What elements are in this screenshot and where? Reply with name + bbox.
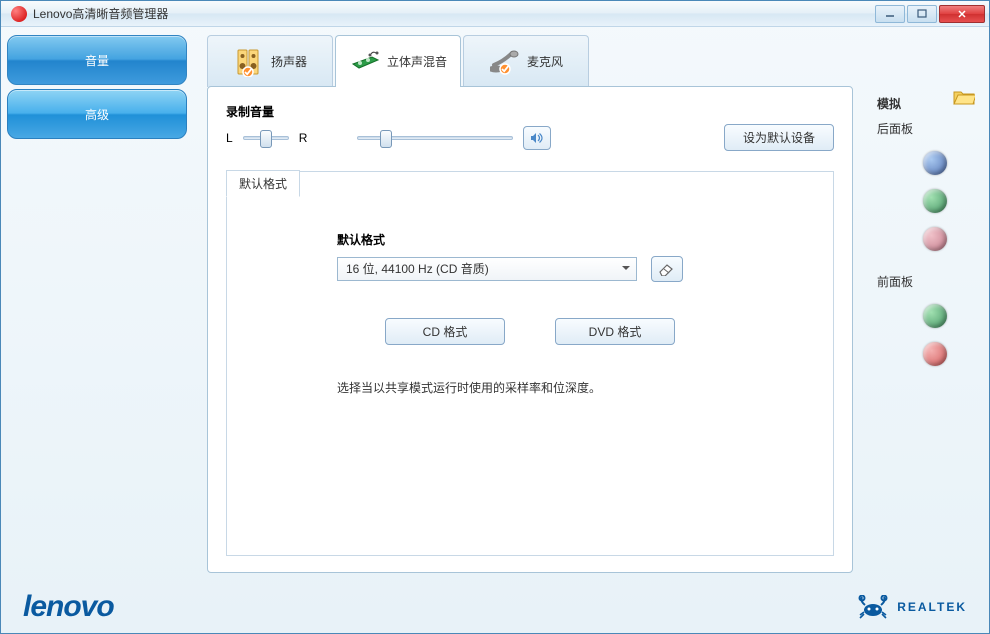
sidebar-tab-volume[interactable]: 音量 — [7, 35, 187, 85]
maximize-button[interactable] — [907, 5, 937, 23]
minimize-button[interactable] — [875, 5, 905, 23]
device-tab-label: 麦克风 — [527, 53, 563, 70]
device-tab-label: 扬声器 — [271, 53, 307, 70]
jack-panel: 模拟 后面板 前面板 — [859, 27, 989, 581]
format-description: 选择当以共享模式运行时使用的采样率和位深度。 — [337, 379, 723, 396]
balance-left-label: L — [226, 131, 233, 145]
jack-rear-blue[interactable] — [923, 151, 947, 175]
device-tabs: 扬声器 立体声混音 — [193, 35, 857, 87]
jack-rear-pink[interactable] — [923, 227, 947, 251]
sidebar-tab-advanced[interactable]: 高级 — [7, 89, 187, 139]
window-controls — [873, 5, 985, 23]
jack-front-red[interactable] — [923, 342, 947, 366]
settings-panel: 录制音量 L R — [207, 86, 853, 573]
stereo-mix-icon — [349, 46, 381, 78]
volume-slider-thumb[interactable] — [380, 130, 392, 148]
recording-volume-title: 录制音量 — [226, 103, 834, 120]
window-title: Lenovo高清晰音频管理器 — [33, 5, 873, 22]
realtek-crab-icon — [857, 595, 889, 619]
cd-format-button[interactable]: CD 格式 — [385, 318, 505, 345]
app-window: Lenovo高清晰音频管理器 音量 高级 — [0, 0, 990, 634]
footer: lenovo REALTEK — [1, 581, 989, 633]
jack-front-green[interactable] — [923, 304, 947, 328]
format-reset-button[interactable] — [651, 256, 683, 282]
default-format-section: 默认格式 默认格式 16 位, 44100 Hz (CD 音质) — [226, 171, 834, 556]
jack-rear-green[interactable] — [923, 189, 947, 213]
dvd-format-button[interactable]: DVD 格式 — [555, 318, 675, 345]
speaker-icon — [233, 46, 265, 78]
balance-slider-thumb[interactable] — [260, 130, 272, 148]
set-default-button[interactable]: 设为默认设备 — [724, 124, 834, 151]
front-panel-label: 前面板 — [877, 273, 989, 290]
realtek-logo: REALTEK — [857, 595, 967, 619]
eraser-icon — [658, 262, 676, 276]
device-tab-speakers[interactable]: 扬声器 — [207, 35, 333, 87]
microphone-icon — [489, 46, 521, 78]
volume-slider[interactable] — [357, 136, 512, 140]
format-section-label: 默认格式 — [337, 231, 723, 248]
default-format-tab[interactable]: 默认格式 — [226, 170, 300, 197]
test-sound-button[interactable] — [523, 126, 551, 150]
device-tab-label: 立体声混音 — [387, 53, 447, 70]
recording-volume-section: 录制音量 L R — [226, 103, 834, 171]
title-bar[interactable]: Lenovo高清晰音频管理器 — [1, 1, 989, 27]
speaker-play-icon — [529, 130, 545, 146]
format-select[interactable]: 16 位, 44100 Hz (CD 音质) — [337, 257, 637, 281]
connector-settings-button[interactable] — [953, 89, 975, 105]
lenovo-logo: lenovo — [23, 590, 114, 624]
balance-slider[interactable] — [243, 136, 289, 140]
balance-right-label: R — [299, 131, 308, 145]
main-area: 扬声器 立体声混音 — [193, 27, 859, 581]
rear-panel-label: 后面板 — [877, 120, 989, 137]
app-icon — [11, 6, 27, 22]
device-tab-stereomix[interactable]: 立体声混音 — [335, 35, 461, 87]
close-button[interactable] — [939, 5, 985, 23]
sidebar-tab-label: 高级 — [85, 106, 109, 123]
folder-icon — [953, 89, 975, 105]
format-selected-value: 16 位, 44100 Hz (CD 音质) — [346, 262, 489, 276]
sidebar: 音量 高级 — [1, 27, 193, 581]
sidebar-tab-label: 音量 — [85, 52, 109, 69]
device-tab-microphone[interactable]: 麦克风 — [463, 35, 589, 87]
